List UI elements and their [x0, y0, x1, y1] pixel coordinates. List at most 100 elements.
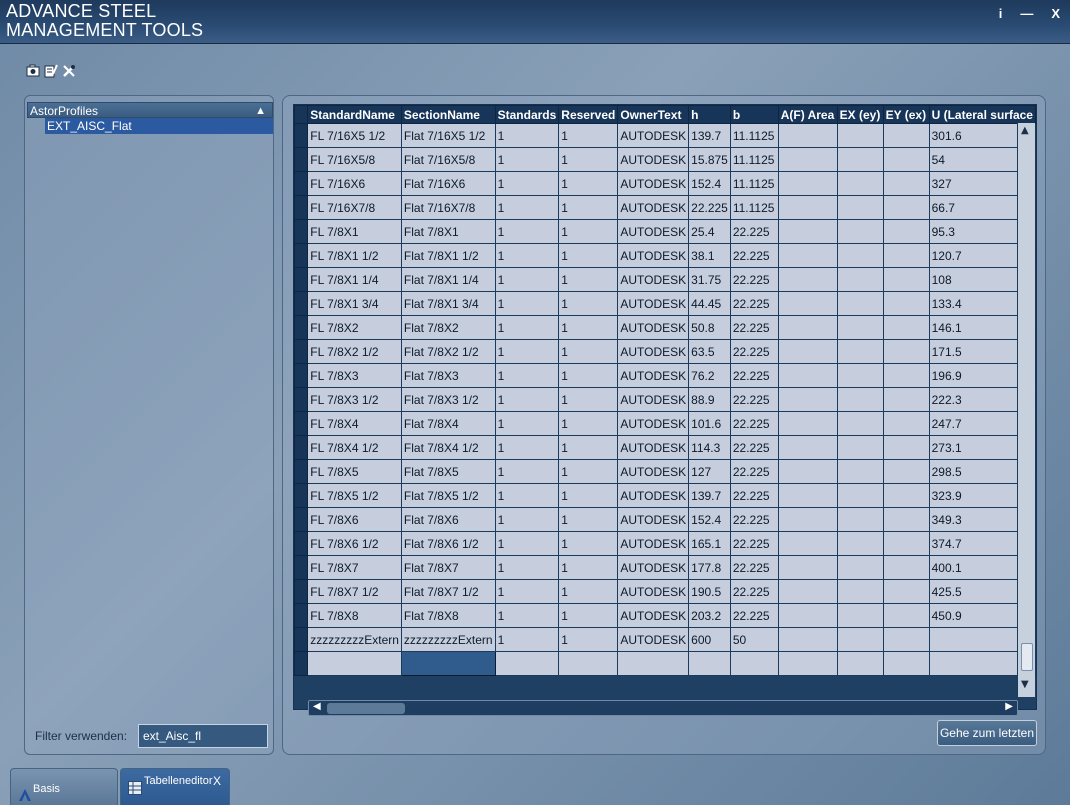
table-cell[interactable]: AUTODESK: [617, 123, 690, 148]
column-header[interactable]: StandardName: [307, 105, 402, 124]
table-cell[interactable]: 1: [558, 195, 619, 220]
table-cell[interactable]: Flat 7/8X1 1/4: [400, 267, 496, 292]
column-header[interactable]: A(F) Area: [777, 105, 838, 124]
table-cell[interactable]: [777, 291, 838, 316]
table-cell[interactable]: 22.225: [729, 435, 779, 460]
table-row[interactable]: FL 7/8X1 Flat 7/8X1 1 1 AUTODESK 25.4 22.225 95…: [293, 219, 1037, 244]
table-cell[interactable]: [882, 363, 930, 388]
table-cell[interactable]: AUTODESK: [617, 363, 690, 388]
table-cell[interactable]: 203.2: [688, 603, 731, 628]
scroll-down-icon[interactable]: ▼: [1021, 679, 1029, 690]
table-cell[interactable]: 1: [558, 555, 619, 580]
table-row[interactable]: FL 7/8X1 3/4 Flat 7/8X1 3/4 1 1 AUTODESK 44.4…: [293, 291, 1037, 316]
table-cell[interactable]: FL 7/16X5/8: [307, 147, 402, 172]
table-cell[interactable]: 22.225: [729, 459, 779, 484]
table-cell[interactable]: Flat 7/8X1 3/4: [400, 291, 496, 316]
table-cell[interactable]: 1: [494, 555, 560, 580]
table-cell[interactable]: [777, 123, 838, 148]
table-cell[interactable]: [882, 339, 930, 364]
table-cell[interactable]: 1: [494, 627, 560, 652]
table-cell[interactable]: 38.1: [688, 243, 731, 268]
table-cell[interactable]: 22.225: [729, 387, 779, 412]
row-header[interactable]: [293, 243, 309, 268]
row-header[interactable]: [293, 291, 309, 316]
table-row[interactable]: FL 7/8X4 1/2 Flat 7/8X4 1/2 1 1 AUTODESK 114.…: [293, 435, 1037, 460]
table-cell[interactable]: [882, 123, 930, 148]
edit-doc-icon[interactable]: [44, 63, 58, 78]
row-header[interactable]: [293, 507, 309, 532]
table-cell[interactable]: 11.1125: [729, 171, 779, 196]
table-cell[interactable]: Flat 7/8X2 1/2: [400, 339, 496, 364]
table-cell[interactable]: 190.5: [688, 579, 731, 604]
table-cell[interactable]: Flat 7/8X4: [400, 411, 496, 436]
table-cell[interactable]: Flat 7/8X1 1/2: [400, 243, 496, 268]
table-cell[interactable]: AUTODESK: [617, 411, 690, 436]
table-cell[interactable]: [882, 435, 930, 460]
table-cell[interactable]: AUTODESK: [617, 603, 690, 628]
table-cell[interactable]: AUTODESK: [617, 435, 690, 460]
minimize-button[interactable]: —: [1020, 6, 1033, 21]
table-cell[interactable]: [882, 459, 930, 484]
table-cell[interactable]: FL 7/8X5: [307, 459, 402, 484]
row-header[interactable]: [293, 651, 309, 676]
table-cell[interactable]: [836, 435, 884, 460]
table-cell[interactable]: 1: [558, 219, 619, 244]
table-cell[interactable]: 1: [494, 531, 560, 556]
table-cell[interactable]: AUTODESK: [617, 243, 690, 268]
table-cell[interactable]: [882, 531, 930, 556]
row-header[interactable]: [293, 459, 309, 484]
table-cell[interactable]: 600: [688, 627, 731, 652]
table-cell[interactable]: [307, 651, 402, 676]
table-cell[interactable]: AUTODESK: [617, 507, 690, 532]
table-row[interactable]: FL 7/16X5 1/2 Flat 7/16X5 1/2 1 1 AUTODESK 13…: [293, 123, 1037, 148]
table-cell[interactable]: 22.225: [729, 555, 779, 580]
table-cell[interactable]: 22.225: [729, 243, 779, 268]
table-cell[interactable]: 1: [494, 291, 560, 316]
collapse-arrow-icon[interactable]: ▲: [255, 103, 266, 119]
table-cell[interactable]: 1: [558, 483, 619, 508]
column-header[interactable]: SectionName: [400, 105, 496, 124]
row-header[interactable]: [293, 123, 309, 148]
table-cell[interactable]: 1: [558, 387, 619, 412]
table-cell[interactable]: [836, 627, 884, 652]
table-cell[interactable]: FL 7/16X7/8: [307, 195, 402, 220]
table-cell[interactable]: [836, 219, 884, 244]
column-header[interactable]: Standards: [494, 105, 560, 124]
table-cell[interactable]: [777, 243, 838, 268]
table-cell[interactable]: [836, 243, 884, 268]
table-cell[interactable]: [882, 267, 930, 292]
table-cell[interactable]: FL 7/8X7 1/2: [307, 579, 402, 604]
table-cell[interactable]: [729, 651, 779, 676]
table-cell[interactable]: 1: [494, 315, 560, 340]
table-cell[interactable]: 1: [558, 579, 619, 604]
table-row[interactable]: FL 7/8X2 Flat 7/8X2 1 1 AUTODESK 50.8 22.225 14…: [293, 315, 1037, 340]
table-cell[interactable]: [836, 651, 884, 676]
table-cell[interactable]: 1: [494, 171, 560, 196]
table-cell[interactable]: FL 7/8X2 1/2: [307, 339, 402, 364]
table-cell[interactable]: 1: [558, 363, 619, 388]
table-cell[interactable]: FL 7/8X7: [307, 555, 402, 580]
table-cell[interactable]: Flat 7/16X5/8: [400, 147, 496, 172]
table-cell[interactable]: 22.225: [729, 315, 779, 340]
table-cell[interactable]: [777, 315, 838, 340]
column-header[interactable]: EY (ex): [882, 105, 930, 124]
table-cell[interactable]: 139.7: [688, 123, 731, 148]
table-cell[interactable]: FL 7/8X3 1/2: [307, 387, 402, 412]
table-cell[interactable]: 22.225: [729, 219, 779, 244]
table-cell[interactable]: 1: [558, 315, 619, 340]
table-cell[interactable]: 1: [494, 267, 560, 292]
row-header[interactable]: [293, 579, 309, 604]
table-cell[interactable]: 139.7: [688, 483, 731, 508]
tree-root[interactable]: AstorProfiles ▲: [27, 102, 273, 118]
row-header[interactable]: [293, 627, 309, 652]
table-cell[interactable]: 101.6: [688, 411, 731, 436]
table-cell[interactable]: [836, 387, 884, 412]
table-cell[interactable]: [836, 363, 884, 388]
table-cell[interactable]: AUTODESK: [617, 267, 690, 292]
table-cell[interactable]: 1: [494, 363, 560, 388]
table-cell[interactable]: [777, 339, 838, 364]
table-cell[interactable]: Flat 7/16X5 1/2: [400, 123, 496, 148]
table-cell[interactable]: FL 7/8X8: [307, 603, 402, 628]
table-cell[interactable]: FL 7/8X1 1/4: [307, 267, 402, 292]
table-cell[interactable]: 22.225: [729, 483, 779, 508]
